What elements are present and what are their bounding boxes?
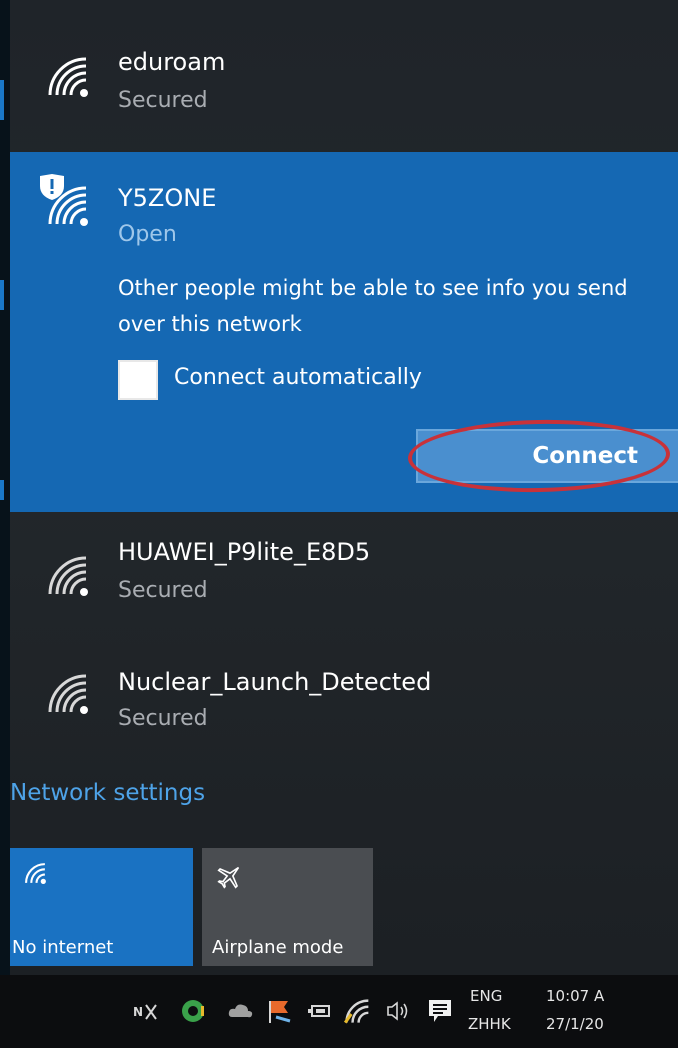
taskbar: N ENG ZHHK 10:07 A 27/1/20 <box>0 975 678 1048</box>
volume-icon[interactable] <box>384 997 412 1025</box>
clock-time[interactable]: 10:07 A <box>546 987 604 1005</box>
network-status: Secured <box>118 578 208 603</box>
quick-action-airplane[interactable]: Airplane mode <box>202 848 373 966</box>
flag-icon[interactable] <box>266 997 294 1025</box>
airplane-icon <box>217 866 240 889</box>
onenote-icon[interactable]: N <box>132 997 160 1025</box>
network-status: Secured <box>118 88 208 113</box>
network-status: Open <box>118 222 177 247</box>
network-ssid: Nuclear_Launch_Detected <box>118 668 432 696</box>
input-language[interactable]: ENG <box>470 987 502 1005</box>
quick-action-label: No internet <box>12 937 114 958</box>
wifi-signal-icon <box>48 57 88 97</box>
connect-automatically-label: Connect automatically <box>174 365 422 390</box>
network-ssid: HUAWEI_P9lite_E8D5 <box>118 538 371 566</box>
wifi-icon <box>25 863 46 884</box>
network-item-nuclear[interactable]: Nuclear_Launch_Detected Secured <box>10 642 678 762</box>
notification-icon[interactable] <box>426 997 454 1025</box>
network-item-eduroam[interactable]: eduroam Secured <box>10 0 678 150</box>
wifi-signal-icon <box>48 556 88 596</box>
svg-text:N: N <box>133 1005 143 1019</box>
connect-automatically-checkbox[interactable] <box>118 360 158 400</box>
wifi-icon[interactable] <box>343 997 372 1025</box>
security-warning-text: Other people might be able to see info y… <box>118 276 628 336</box>
quick-action-wifi[interactable]: No internet <box>10 848 193 966</box>
network-ssid: Y5ZONE <box>118 184 217 212</box>
flyout-edge <box>0 0 10 975</box>
wifi-shield-warning-icon <box>40 174 88 226</box>
network-ssid: eduroam <box>118 48 226 76</box>
quick-action-label: Airplane mode <box>212 937 344 958</box>
clock-date[interactable]: 27/1/20 <box>546 1015 604 1033</box>
network-item-selected[interactable]: Y5ZONE Open Other people might be able t… <box>10 152 678 512</box>
wifi-signal-icon <box>48 674 88 714</box>
network-item-huawei[interactable]: HUAWEI_P9lite_E8D5 Secured <box>10 512 678 642</box>
battery-icon[interactable] <box>304 997 332 1025</box>
cloud-icon[interactable] <box>226 997 254 1025</box>
network-settings-link[interactable]: Network settings <box>10 780 205 806</box>
app-icon[interactable] <box>180 997 208 1025</box>
network-flyout: eduroam Secured Y5ZONE Open Other people… <box>0 0 678 975</box>
network-status: Secured <box>118 706 208 731</box>
input-method[interactable]: ZHHK <box>468 1015 511 1033</box>
